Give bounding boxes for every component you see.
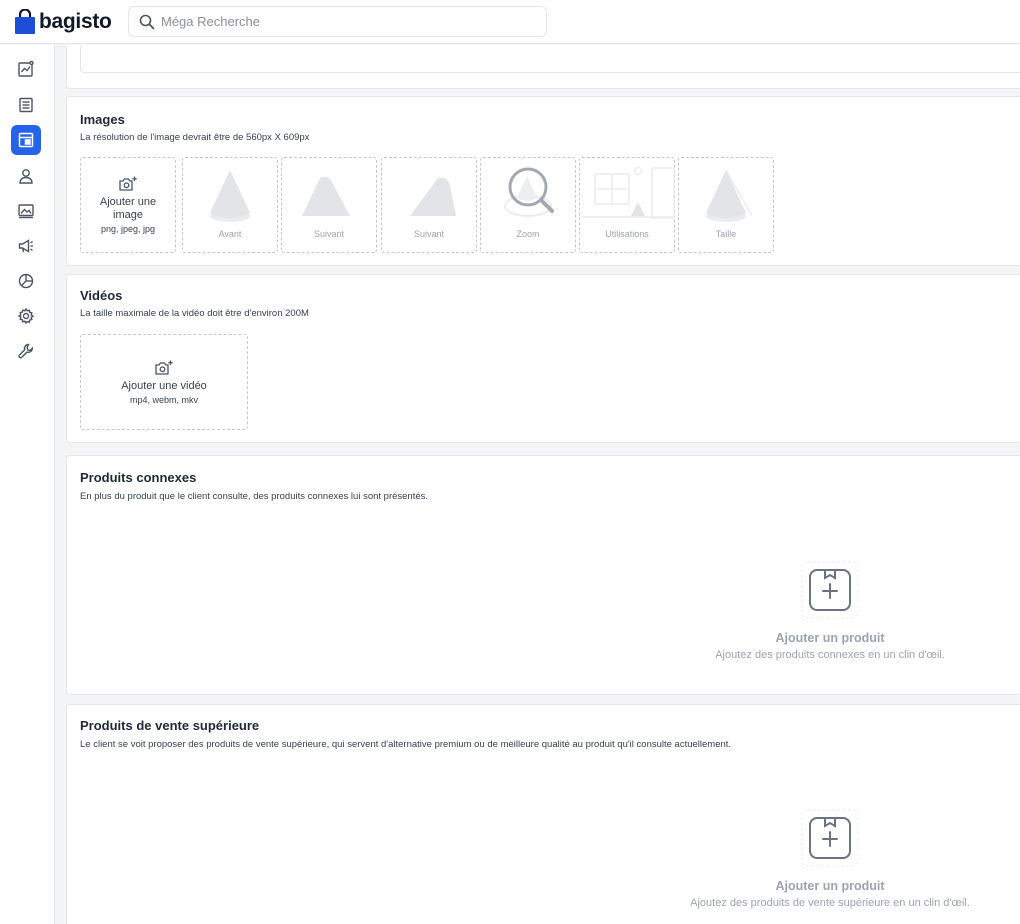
related-empty-title: Ajouter un produit <box>775 631 885 645</box>
gear-icon <box>17 307 35 325</box>
wrench-icon <box>18 343 34 359</box>
placeholder-label: Taille <box>715 229 737 239</box>
top-bar: bagisto <box>0 0 1020 44</box>
placeholder-size[interactable]: Taille <box>678 157 774 253</box>
camera-plus-icon <box>155 360 173 375</box>
add-video-button[interactable]: Ajouter une vidéo mp4, webm, mkv <box>80 334 248 430</box>
upsell-title: Produits de vente supérieure <box>80 718 260 733</box>
video-formats: mp4, webm, mkv <box>129 394 198 405</box>
upsell-products-card: Produits de vente supérieure Le client s… <box>66 704 1020 924</box>
sidebar <box>0 45 55 924</box>
sidebar-item-configure[interactable] <box>11 336 41 366</box>
add-product-icon[interactable] <box>800 560 860 620</box>
search-icon <box>139 14 155 29</box>
videos-card: Vidéos La taille maximale de la vidéo do… <box>66 274 1020 443</box>
upsell-empty-title: Ajouter un produit <box>775 879 885 893</box>
placeholder-label: Zoom <box>516 229 540 239</box>
upsell-empty-subtitle: Ajoutez des produits de vente supérieure… <box>690 897 970 909</box>
zoom-placeholder-icon <box>504 167 554 217</box>
add-image-label: Ajouter une image <box>99 196 157 221</box>
previous-card <box>66 45 1020 89</box>
add-product-icon[interactable] <box>800 808 860 868</box>
images-card: Images La résolution de l'image devrait … <box>66 96 1020 266</box>
placeholder-label: Avant <box>218 229 242 239</box>
shopping-bag-icon <box>15 8 35 34</box>
main-content: Images La résolution de l'image devrait … <box>55 45 1020 924</box>
catalog-icon <box>18 132 34 148</box>
sidebar-item-marketing[interactable] <box>11 231 41 261</box>
related-description: En plus du produit que le client consult… <box>80 491 429 502</box>
images-description: La résolution de l'image devrait être de… <box>80 132 310 143</box>
camera-plus-icon <box>119 176 137 191</box>
placeholder-next-2[interactable]: Suivant <box>381 157 477 253</box>
placeholder-usage[interactable]: Utilisations <box>579 157 675 253</box>
sidebar-item-cms[interactable] <box>11 196 41 226</box>
add-image-button[interactable]: Ajouter une image png, jpeg, jpg <box>80 157 176 253</box>
sidebar-item-catalog[interactable] <box>11 125 41 155</box>
megaphone-icon <box>18 239 33 253</box>
add-video-label: Ajouter une vidéo <box>121 379 207 392</box>
room-placeholder-icon <box>582 166 675 219</box>
videos-description: La taille maximale de la vidéo doit être… <box>80 308 309 319</box>
upsell-empty-state: Ajouter un produit Ajoutez des produits … <box>655 879 1005 909</box>
related-title: Produits connexes <box>80 470 197 485</box>
list-icon <box>19 97 33 113</box>
image-formats: png, jpeg, jpg <box>100 224 156 234</box>
sidebar-item-reporting[interactable] <box>11 266 41 296</box>
images-title: Images <box>80 112 125 127</box>
logo-text: bagisto <box>39 9 112 33</box>
sidebar-item-dashboard[interactable] <box>11 54 41 84</box>
placeholder-zoom[interactable]: Zoom <box>480 157 576 253</box>
cone-tilted-placeholder-icon <box>410 177 456 216</box>
cone-size-placeholder-icon <box>706 169 753 222</box>
placeholder-label: Utilisations <box>605 229 649 239</box>
placeholder-front[interactable]: Avant <box>182 157 278 253</box>
previous-field[interactable] <box>80 45 1020 73</box>
cone-side-placeholder-icon <box>302 176 350 216</box>
sidebar-item-sales[interactable] <box>11 90 41 120</box>
placeholder-label: Suivant <box>313 229 345 239</box>
related-products-card: Produits connexes En plus du produit que… <box>66 455 1020 695</box>
sidebar-item-customers[interactable] <box>11 161 41 191</box>
chart-icon <box>18 60 34 77</box>
search-bar[interactable] <box>128 6 547 37</box>
user-icon <box>19 169 33 184</box>
placeholder-next-1[interactable]: Suivant <box>281 157 377 253</box>
image-frame-icon <box>18 204 34 219</box>
sidebar-item-settings[interactable] <box>11 301 41 331</box>
upsell-description: Le client se voit proposer des produits … <box>80 739 732 750</box>
videos-title: Vidéos <box>80 288 123 303</box>
related-empty-state: Ajouter un produit Ajoutez des produits … <box>680 631 980 661</box>
search-input[interactable] <box>161 14 541 29</box>
logo[interactable]: bagisto <box>14 8 128 35</box>
placeholder-label: Suivant <box>413 229 445 239</box>
related-empty-subtitle: Ajoutez des produits connexes en un clin… <box>715 649 945 661</box>
cone-placeholder-icon <box>210 170 250 222</box>
pie-icon <box>18 273 34 289</box>
